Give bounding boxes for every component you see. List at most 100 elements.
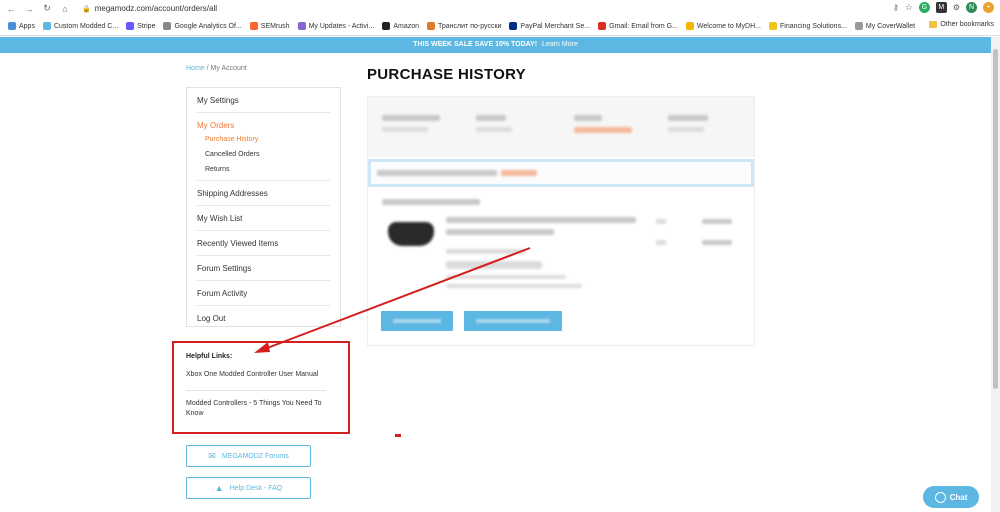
bookmark-favicon-icon <box>8 22 16 30</box>
bookmark-favicon-icon <box>685 22 694 30</box>
sidebar-item-my-settings[interactable]: My Settings <box>197 88 330 113</box>
bookmark-item[interactable]: Welcome to MyDH... <box>685 22 761 30</box>
promo-banner: THIS WEEK SALE SAVE 10% TODAY! Learn Mor… <box>0 37 991 53</box>
redacted-text <box>446 284 582 288</box>
bookmark-item[interactable]: Amazon <box>382 22 419 30</box>
sidebar-orders-group: My Orders Purchase History Cancelled Ord… <box>197 113 330 181</box>
redacted-text <box>656 219 666 224</box>
url-field[interactable]: 🔒 megamodz.com/account/orders/all <box>82 4 217 13</box>
bookmark-label: Financing Solutions... <box>779 22 847 30</box>
extension-g-icon[interactable]: G <box>918 2 930 13</box>
bookmark-favicon-icon <box>249 22 258 30</box>
redacted-text <box>382 199 480 205</box>
bookmark-label: My CoverWallet <box>865 22 916 30</box>
bookmark-label: Транслит по-русски <box>438 22 502 30</box>
bookmark-item[interactable]: SEMrush <box>249 22 290 30</box>
puzzle-icon[interactable]: ⚙ <box>953 3 960 12</box>
bookmark-item[interactable]: My Updates - Activi... <box>297 22 374 30</box>
redacted-text <box>656 240 666 245</box>
bookmark-item[interactable]: Google Analytics Of... <box>163 22 242 30</box>
bookmark-item[interactable]: PayPal Merchant Se... <box>509 22 590 30</box>
sidebar-item-my-orders[interactable]: My Orders <box>197 113 330 132</box>
redacted-text <box>574 127 632 133</box>
lock-icon: 🔒 <box>82 5 91 13</box>
sidebar-item-forum-settings[interactable]: Forum Settings <box>197 256 330 281</box>
sidebar-item-forum-activity[interactable]: Forum Activity <box>197 281 330 306</box>
reload-icon[interactable]: ↻ <box>40 3 54 14</box>
bookmark-item[interactable]: Транслит по-русски <box>427 22 501 30</box>
sidebar-item-wish-list[interactable]: My Wish List <box>197 206 330 231</box>
redacted-text <box>476 127 512 132</box>
sidebar-item-shipping-addresses[interactable]: Shipping Addresses <box>197 181 330 206</box>
order-status-bar <box>368 159 754 187</box>
extension-m-icon[interactable]: M <box>935 2 947 13</box>
account-sidebar: My Settings My Orders Purchase History C… <box>186 87 341 327</box>
forums-button-label: MEGAMODZ Forums <box>221 452 289 460</box>
redacted-text <box>501 170 537 176</box>
bookmark-favicon-icon <box>427 22 436 30</box>
bookmark-favicon-icon <box>509 22 518 30</box>
sidebar-item-recently-viewed[interactable]: Recently Viewed Items <box>197 231 330 256</box>
back-icon[interactable]: ← <box>4 4 18 14</box>
helpful-links: Helpful Links: Xbox One Modded Controlle… <box>186 345 326 429</box>
redacted-text <box>446 275 566 279</box>
bookmark-label: Apps <box>19 22 35 30</box>
key-icon[interactable]: ⚷ <box>893 3 899 12</box>
bookmark-item[interactable]: Apps <box>8 22 35 30</box>
order-card <box>367 96 755 346</box>
redacted-text <box>446 249 526 254</box>
redacted-text <box>668 115 708 121</box>
redacted-text <box>476 115 506 121</box>
redacted-text <box>446 217 636 223</box>
bookmark-favicon-icon <box>297 22 306 30</box>
other-bookmarks[interactable]: Other bookmarks <box>929 21 994 28</box>
bookmark-favicon-icon <box>126 22 135 30</box>
bookmark-label: Google Analytics Of... <box>174 22 242 30</box>
helpful-links-heading: Helpful Links: <box>186 353 233 360</box>
url-text: megamodz.com/account/orders/all <box>94 4 217 13</box>
helpdesk-button[interactable]: ▲ Help Desk - FAQ <box>186 477 311 499</box>
redacted-text <box>382 127 428 132</box>
sidebar-item-returns[interactable]: Returns <box>197 162 330 177</box>
bookmark-label: Custom Modded C... <box>53 22 119 30</box>
redacted-text <box>702 219 732 224</box>
bookmark-item[interactable]: Custom Modded C... <box>42 22 119 30</box>
bookmark-label: SEMrush <box>260 22 290 30</box>
sidebar-item-purchase-history[interactable]: Purchase History <box>197 132 330 147</box>
order-action-button-2[interactable] <box>464 311 562 331</box>
chat-bubbles-icon: ✉ <box>208 450 216 461</box>
breadcrumb-home[interactable]: Home <box>186 65 205 72</box>
bookmark-item[interactable]: Gmail: Email from G... <box>598 22 678 30</box>
chat-button[interactable]: Chat <box>923 486 979 508</box>
promo-text: THIS WEEK SALE SAVE 10% TODAY! <box>413 41 538 48</box>
scrollbar[interactable] <box>991 37 1000 512</box>
profile-avatar[interactable]: N <box>966 2 977 13</box>
bookmark-label: Welcome to MyDH... <box>696 22 761 30</box>
order-action-button-1[interactable] <box>381 311 453 331</box>
bookmark-label: Amazon <box>393 22 420 30</box>
home-icon[interactable]: ⌂ <box>58 4 72 14</box>
helpful-link-user-manual[interactable]: Xbox One Modded Controller User Manual <box>186 370 326 391</box>
star-icon[interactable]: ☆ <box>905 2 913 13</box>
bookmark-item[interactable]: Financing Solutions... <box>768 22 847 30</box>
redacted-text <box>377 170 497 176</box>
forums-button[interactable]: ✉ MEGAMODZ Forums <box>186 445 311 467</box>
breadcrumb: Home / My Account <box>186 65 247 72</box>
bookmark-label: Stripe <box>137 22 156 30</box>
other-bookmarks-label: Other bookmarks <box>940 21 994 28</box>
browser-address-bar: ← → ↻ ⌂ 🔒 megamodz.com/account/orders/al… <box>0 0 1000 17</box>
helpful-link-five-things[interactable]: Modded Controllers - 5 Things You Need T… <box>186 399 326 429</box>
bookmark-item[interactable]: My CoverWallet <box>854 22 916 30</box>
chat-label: Chat <box>949 492 968 502</box>
scrollbar-thumb[interactable] <box>993 49 998 389</box>
learn-more-link[interactable]: Learn More <box>542 41 578 48</box>
bookmark-favicon-icon <box>854 22 863 30</box>
update-icon[interactable]: • <box>983 2 994 13</box>
forward-icon[interactable]: → <box>22 4 36 14</box>
page-title: PURCHASE HISTORY <box>367 66 526 83</box>
redacted-text <box>668 127 704 132</box>
bookmark-item[interactable]: Stripe <box>126 22 155 30</box>
sidebar-item-log-out[interactable]: Log Out <box>197 306 330 330</box>
sidebar-item-cancelled-orders[interactable]: Cancelled Orders <box>197 147 330 162</box>
redacted-text <box>446 261 542 269</box>
